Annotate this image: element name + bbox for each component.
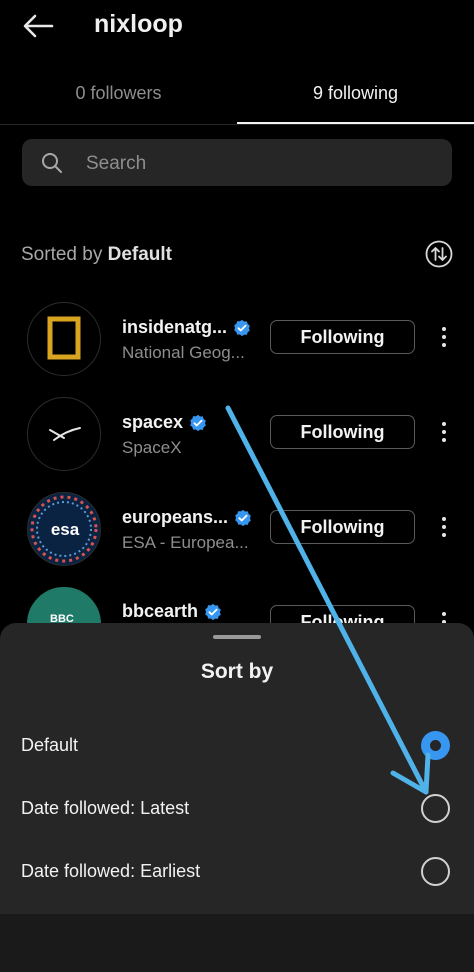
sort-option-earliest[interactable]: Date followed: Earliest <box>0 845 474 901</box>
sheet-title: Sort by <box>200 660 274 683</box>
full-name: ESA - Europea... <box>122 533 249 552</box>
full-name: SpaceX <box>122 438 182 457</box>
sort-option-latest[interactable]: Date followed: Latest <box>0 782 474 838</box>
sort-label: Sorted by Default <box>21 244 172 266</box>
username[interactable]: europeans... <box>122 507 252 528</box>
option-label: Date followed: Latest <box>21 798 190 818</box>
tab-followers[interactable]: 0 followers <box>0 64 237 122</box>
search-icon <box>40 151 64 175</box>
verified-badge-icon <box>190 415 206 432</box>
list-item[interactable]: insidenatg... National Geog... Following <box>0 294 474 384</box>
radio-selected-icon[interactable] <box>421 731 450 760</box>
search-bar[interactable] <box>22 139 452 188</box>
username-text: bbcearth <box>122 601 199 621</box>
avatar[interactable]: esa <box>27 492 101 566</box>
option-label: Date followed: Earliest <box>21 861 201 881</box>
header: nixloop <box>0 0 474 54</box>
radio-icon[interactable] <box>421 857 450 886</box>
username-text: spacex <box>122 412 184 432</box>
more-options-icon[interactable] <box>436 415 452 449</box>
following-button[interactable]: Following <box>270 415 415 449</box>
page-title: nixloop <box>94 10 183 38</box>
radio-icon[interactable] <box>421 794 450 823</box>
username[interactable]: spacex <box>122 412 207 433</box>
tab-following[interactable]: 9 following <box>237 64 474 122</box>
avatar[interactable] <box>27 397 101 471</box>
system-nav-bar <box>0 914 474 972</box>
search-input[interactable] <box>84 139 438 188</box>
avatar[interactable] <box>27 302 101 376</box>
active-tab-indicator <box>237 122 474 124</box>
sort-prefix: Sorted by <box>21 244 103 265</box>
back-arrow-icon[interactable] <box>18 8 58 44</box>
username-text: insidenatg... <box>122 317 228 337</box>
list-item[interactable]: esa europeans... ESA - Europea... Follow… <box>0 484 474 574</box>
list-item[interactable]: spacex SpaceX Following <box>0 389 474 479</box>
sort-row: Sorted by Default <box>21 240 453 272</box>
following-button[interactable]: Following <box>270 320 415 354</box>
option-label: Default <box>21 735 79 755</box>
more-options-icon[interactable] <box>436 510 452 544</box>
verified-badge-icon <box>205 604 221 621</box>
avatar-logo-text: esa <box>51 520 80 539</box>
more-options-icon[interactable] <box>436 320 452 354</box>
following-button[interactable]: Following <box>270 510 415 544</box>
tab-bar: 0 followers 9 following <box>0 64 474 125</box>
username-text: europeans... <box>122 507 229 527</box>
sort-value: Default <box>107 244 173 265</box>
full-name: National Geog... <box>122 343 245 362</box>
sort-option-default[interactable]: Default <box>0 719 474 775</box>
sort-toggle-icon[interactable] <box>425 240 453 268</box>
username[interactable]: insidenatg... <box>122 317 251 338</box>
verified-badge-icon <box>234 320 250 337</box>
username[interactable]: bbcearth <box>122 601 222 622</box>
verified-badge-icon <box>235 510 251 527</box>
sheet-drag-handle[interactable] <box>213 635 261 639</box>
